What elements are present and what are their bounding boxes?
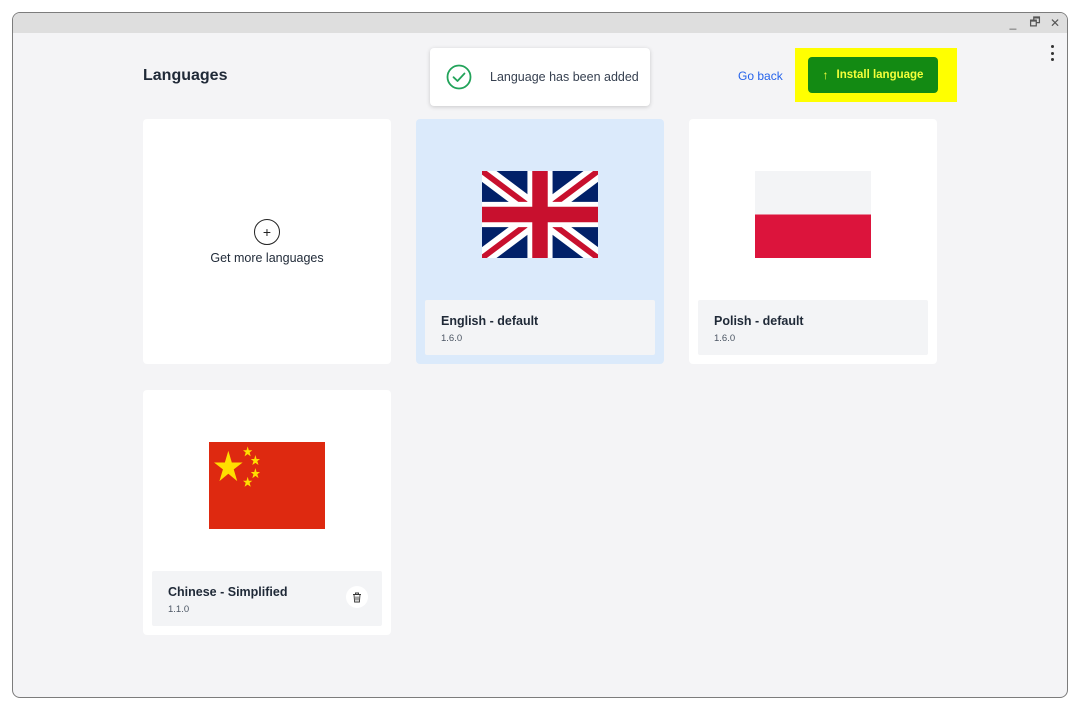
install-language-label: Install language: [836, 69, 924, 81]
language-card-chinese[interactable]: Chinese - Simplified 1.1.0: [143, 390, 391, 635]
language-name: English - default: [441, 314, 539, 328]
check-circle-icon: [446, 64, 472, 90]
close-icon[interactable]: ✕: [1047, 15, 1063, 31]
china-flag-icon: [209, 442, 325, 529]
arrow-up-icon: ↑: [822, 68, 829, 82]
toast-message: Language has been added: [490, 70, 639, 84]
language-name: Chinese - Simplified: [168, 585, 288, 599]
language-info: Polish - default 1.6.0: [698, 300, 928, 355]
trash-icon: [353, 592, 361, 602]
install-highlight: ↑ Install language: [795, 48, 957, 102]
delete-language-button[interactable]: [346, 586, 368, 608]
language-card-polish[interactable]: Polish - default 1.6.0: [689, 119, 937, 364]
language-version: 1.1.0: [168, 604, 190, 615]
app-window: _ 🗗 ✕ Languages Language has been added …: [12, 12, 1068, 698]
title-bar: _ 🗗 ✕: [13, 13, 1067, 33]
language-version: 1.6.0: [441, 333, 463, 344]
success-toast: Language has been added: [430, 48, 650, 106]
more-options-icon[interactable]: [1047, 45, 1057, 61]
get-more-languages-label: Get more languages: [210, 250, 324, 265]
go-back-link[interactable]: Go back: [738, 69, 783, 83]
language-card-english[interactable]: English - default 1.6.0: [416, 119, 664, 364]
restore-icon[interactable]: 🗗: [1027, 15, 1043, 31]
minimize-icon[interactable]: _: [1005, 15, 1021, 31]
language-version: 1.6.0: [714, 333, 736, 344]
language-info: English - default 1.6.0: [425, 300, 655, 355]
get-more-languages-card[interactable]: + Get more languages: [143, 119, 391, 364]
language-info: Chinese - Simplified 1.1.0: [152, 571, 382, 626]
page-title: Languages: [143, 67, 228, 84]
poland-flag-icon: [755, 171, 871, 258]
plus-circle-icon: +: [254, 218, 280, 245]
language-name: Polish - default: [714, 314, 804, 328]
install-language-button[interactable]: ↑ Install language: [808, 57, 938, 93]
uk-flag-icon: [482, 171, 598, 258]
